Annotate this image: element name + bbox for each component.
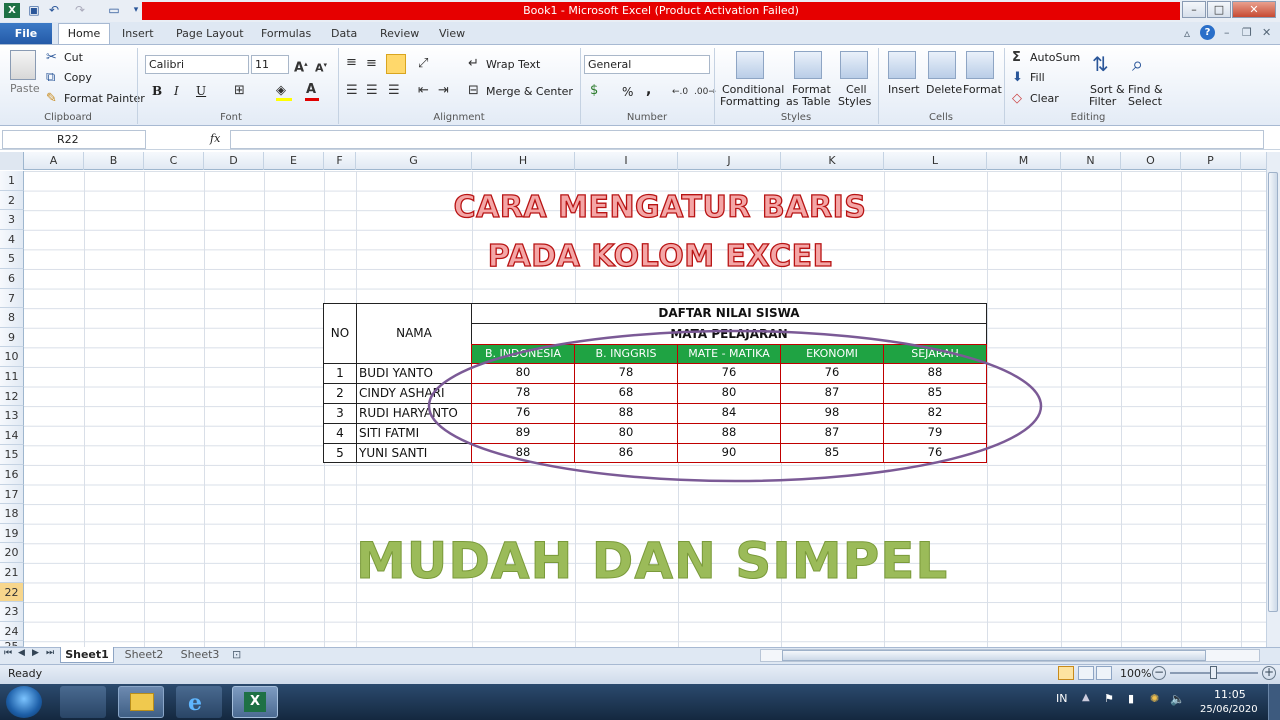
media-player-icon[interactable] <box>60 686 106 718</box>
normal-view-icon[interactable] <box>1058 666 1074 680</box>
show-desktop-button[interactable] <box>1268 684 1280 720</box>
highlight-ellipse <box>427 329 1043 483</box>
zoom-level[interactable]: 100% <box>1120 667 1151 681</box>
action-center-icon[interactable]: ⚑ <box>1104 692 1114 705</box>
network-icon[interactable]: ✺ <box>1150 692 1159 705</box>
clock-date[interactable]: 25/06/2020 <box>1200 704 1258 715</box>
horizontal-scroll-thumb[interactable] <box>782 650 1206 661</box>
start-button-icon[interactable] <box>6 686 42 718</box>
zoom-slider-thumb[interactable] <box>1210 666 1217 679</box>
overlay-bottom-text: MUDAH DAN SIMPEL <box>355 532 949 591</box>
volume-icon[interactable]: 🔈 <box>1170 692 1185 706</box>
zoom-out-icon[interactable]: − <box>1152 666 1166 680</box>
clock-time[interactable]: 11:05 <box>1214 688 1246 701</box>
sheet-tab[interactable]: Sheet3 <box>174 648 226 663</box>
sheet-nav-last-icon[interactable]: ⏭ <box>46 648 54 658</box>
sheet-nav-first-icon[interactable]: ⏮ <box>4 648 12 658</box>
page-layout-view-icon[interactable] <box>1078 666 1094 680</box>
vertical-scroll-thumb[interactable] <box>1268 172 1278 612</box>
tray-expand-icon[interactable]: ▲ <box>1082 692 1090 703</box>
sheet-nav-next-icon[interactable]: ▶ <box>32 648 39 658</box>
sheet-tab[interactable]: Sheet2 <box>118 648 170 663</box>
page-break-view-icon[interactable] <box>1096 666 1112 680</box>
sheet-tab-active[interactable]: Sheet1 <box>60 647 114 663</box>
zoom-in-icon[interactable]: + <box>1262 666 1276 680</box>
status-ready: Ready <box>8 667 43 680</box>
insert-sheet-icon[interactable]: ⊡ <box>232 648 241 661</box>
folder-icon <box>130 693 154 711</box>
excel-logo-icon: X <box>244 692 266 712</box>
language-indicator[interactable]: IN <box>1056 692 1067 705</box>
ellipse-annotation <box>427 329 1043 483</box>
sheet-nav-prev-icon[interactable]: ◀ <box>18 648 25 658</box>
ie-logo-icon: e <box>188 690 202 716</box>
battery-icon[interactable]: ▮ <box>1128 692 1134 705</box>
active-cell-marker <box>24 582 25 583</box>
